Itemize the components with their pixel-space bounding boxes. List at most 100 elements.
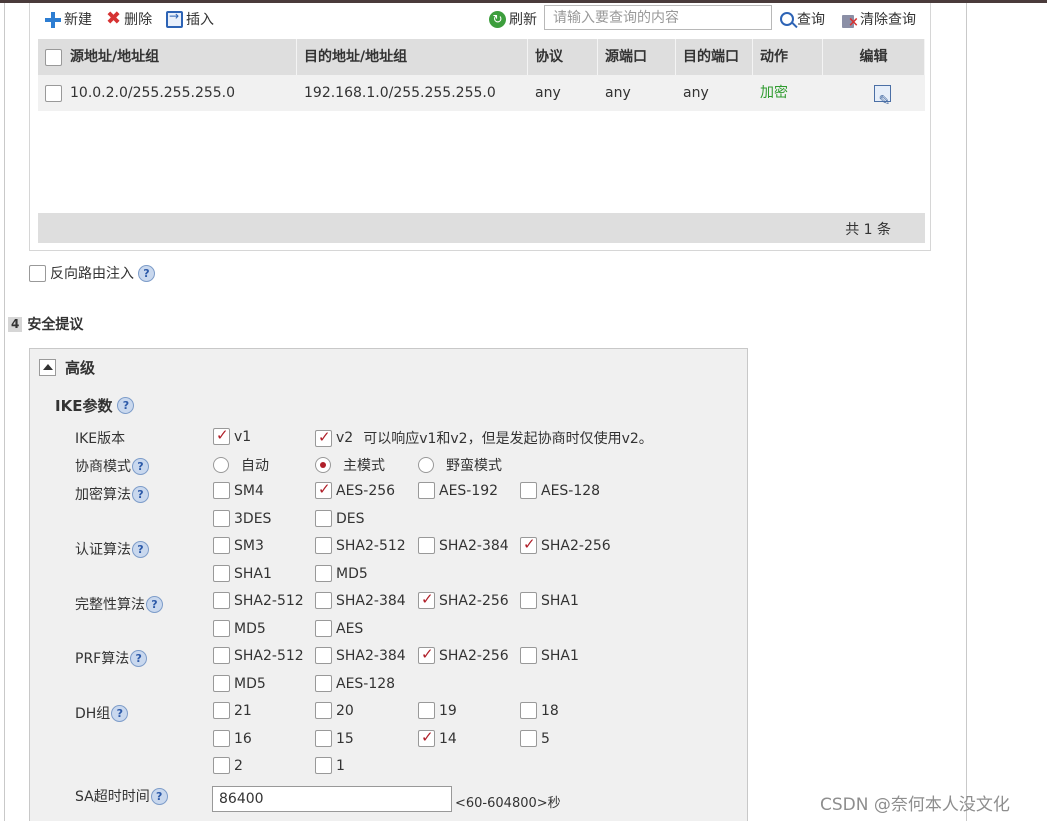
dh-option[interactable]: 1 <box>315 757 345 774</box>
reverse-route-option[interactable]: 反向路由注入 ? <box>29 263 155 283</box>
integrity-option[interactable]: MD5 <box>213 620 266 637</box>
dh-checkbox[interactable] <box>520 730 537 747</box>
new-button[interactable]: 新建 <box>44 9 92 29</box>
prf-option[interactable]: MD5 <box>213 675 266 692</box>
prf-checkbox[interactable] <box>213 647 230 664</box>
prf-option[interactable]: SHA2-512 <box>213 647 304 664</box>
prf-option[interactable]: AES-128 <box>315 675 395 692</box>
mode-auto-option[interactable]: 自动 <box>213 455 269 475</box>
dh-option[interactable]: 19 <box>418 702 457 719</box>
help-icon[interactable]: ? <box>138 264 155 282</box>
prf-option[interactable]: SHA1 <box>520 647 579 664</box>
enc-option[interactable]: SM4 <box>213 482 264 499</box>
auth-option[interactable]: MD5 <box>315 565 368 582</box>
prf-checkbox[interactable] <box>315 675 332 692</box>
enc-checkbox[interactable] <box>213 482 230 499</box>
search-input[interactable] <box>544 5 772 30</box>
prf-option[interactable]: SHA2-384 <box>315 647 406 664</box>
dh-checkbox[interactable] <box>418 702 435 719</box>
help-icon[interactable]: ? <box>150 787 168 805</box>
integrity-option[interactable]: SHA2-384 <box>315 592 406 609</box>
mode-main-radio[interactable] <box>315 457 331 473</box>
enc-checkbox[interactable] <box>315 510 332 527</box>
mode-auto-radio[interactable] <box>213 457 229 473</box>
help-icon[interactable]: ? <box>111 704 129 722</box>
integrity-option[interactable]: AES <box>315 620 363 637</box>
auth-checkbox[interactable] <box>315 565 332 582</box>
ike-v2-checkbox[interactable] <box>315 428 332 447</box>
dh-checkbox[interactable] <box>520 702 537 719</box>
auth-checkbox[interactable] <box>315 537 332 554</box>
dh-checkbox[interactable] <box>315 730 332 747</box>
auth-checkbox[interactable] <box>520 535 537 554</box>
help-icon[interactable]: ? <box>132 485 149 503</box>
dh-option[interactable]: 5 <box>520 730 550 747</box>
reverse-route-checkbox[interactable] <box>29 264 46 282</box>
dh-option[interactable]: 15 <box>315 730 354 747</box>
clear-search-button[interactable]: 清除查询 <box>840 9 916 30</box>
enc-option[interactable]: AES-128 <box>520 482 600 499</box>
dh-checkbox[interactable] <box>213 757 230 774</box>
integrity-checkbox[interactable] <box>213 620 230 637</box>
auth-option[interactable]: SHA2-512 <box>315 537 406 554</box>
auth-checkbox[interactable] <box>418 537 435 554</box>
prf-checkbox[interactable] <box>213 675 230 692</box>
auth-option[interactable]: SHA2-384 <box>418 537 509 554</box>
integrity-option[interactable]: SHA2-256 <box>418 590 509 609</box>
prf-checkbox[interactable] <box>418 645 435 664</box>
auth-option[interactable]: SHA2-256 <box>520 535 611 554</box>
integrity-checkbox[interactable] <box>213 592 230 609</box>
mode-main-option[interactable]: 主模式 <box>315 455 385 475</box>
enc-checkbox[interactable] <box>315 480 332 499</box>
help-icon[interactable]: ? <box>117 397 135 414</box>
help-icon[interactable]: ? <box>130 649 148 667</box>
dh-option[interactable]: 21 <box>213 702 252 719</box>
dh-option[interactable]: 16 <box>213 730 252 747</box>
integrity-option[interactable]: SHA1 <box>520 592 579 609</box>
enc-option[interactable]: AES-192 <box>418 482 498 499</box>
auth-checkbox[interactable] <box>213 537 230 554</box>
enc-option[interactable]: DES <box>315 510 365 527</box>
mode-aggressive-option[interactable]: 野蛮模式 <box>418 455 502 475</box>
prf-checkbox[interactable] <box>520 647 537 664</box>
integrity-checkbox[interactable] <box>418 590 435 609</box>
dh-checkbox[interactable] <box>213 702 230 719</box>
integrity-checkbox[interactable] <box>315 620 332 637</box>
ike-v2-option[interactable]: v2 可以响应v1和v2，但是发起协商时仅使用v2。 <box>315 428 653 448</box>
integrity-checkbox[interactable] <box>520 592 537 609</box>
help-icon[interactable]: ? <box>132 540 149 558</box>
collapse-icon[interactable] <box>39 359 56 376</box>
auth-option[interactable]: SM3 <box>213 537 264 554</box>
prf-option[interactable]: SHA2-256 <box>418 645 509 664</box>
auth-option[interactable]: SHA1 <box>213 565 272 582</box>
row-checkbox[interactable] <box>45 84 62 102</box>
prf-checkbox[interactable] <box>315 647 332 664</box>
select-all-checkbox[interactable] <box>45 48 62 66</box>
sa-timeout-input[interactable] <box>212 786 452 812</box>
insert-button[interactable]: 插入 <box>166 9 214 29</box>
mode-aggressive-radio[interactable] <box>418 457 434 473</box>
dh-option[interactable]: 14 <box>418 728 457 747</box>
dh-option[interactable]: 18 <box>520 702 559 719</box>
help-icon[interactable]: ? <box>146 595 163 613</box>
enc-checkbox[interactable] <box>418 482 435 499</box>
advanced-header[interactable]: 高级 <box>39 357 95 378</box>
delete-button[interactable]: ✖ 删除 <box>106 9 152 29</box>
enc-option[interactable]: AES-256 <box>315 480 395 499</box>
edit-icon[interactable] <box>873 83 891 119</box>
dh-option[interactable]: 2 <box>213 757 243 774</box>
enc-checkbox[interactable] <box>520 482 537 499</box>
integrity-option[interactable]: SHA2-512 <box>213 592 304 609</box>
ike-v1-checkbox[interactable] <box>213 426 230 445</box>
integrity-checkbox[interactable] <box>315 592 332 609</box>
enc-checkbox[interactable] <box>213 510 230 527</box>
ike-v1-option[interactable]: v1 <box>213 426 251 445</box>
search-button[interactable]: 查询 <box>780 9 825 29</box>
dh-checkbox[interactable] <box>213 730 230 747</box>
dh-checkbox[interactable] <box>418 728 435 747</box>
auth-checkbox[interactable] <box>213 565 230 582</box>
help-icon[interactable]: ? <box>132 457 149 475</box>
refresh-button[interactable]: ↻ 刷新 <box>489 9 537 29</box>
dh-checkbox[interactable] <box>315 702 332 719</box>
table-row[interactable]: 10.0.2.0/255.255.255.0 192.168.1.0/255.2… <box>38 75 925 119</box>
